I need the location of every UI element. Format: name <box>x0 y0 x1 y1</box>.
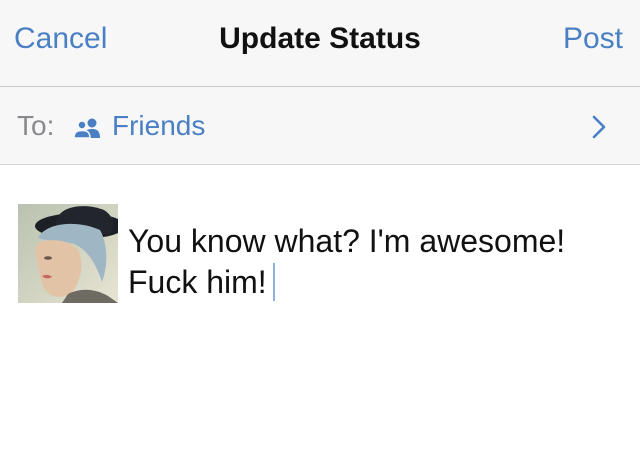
status-line-last: Fuck him! <box>128 262 628 303</box>
chevron-right-icon <box>592 115 606 139</box>
navigation-bar: Cancel Update Status Post <box>0 0 640 87</box>
update-status-screen: Cancel Update Status Post To: Friends Yo… <box>0 0 640 467</box>
status-text-input[interactable]: You know what? I'm awesome! Fuck him! <box>128 221 628 303</box>
status-line-text: Fuck him! <box>128 264 267 300</box>
audience-value: Friends <box>112 110 206 141</box>
avatar <box>18 204 118 303</box>
status-line: You know what? I'm awesome! <box>128 223 566 259</box>
friends-icon <box>73 118 100 139</box>
post-button[interactable]: Post <box>563 22 623 56</box>
status-composer[interactable]: You know what? I'm awesome! Fuck him! <box>0 166 640 467</box>
text-cursor <box>272 263 275 301</box>
to-label: To: <box>17 110 55 141</box>
audience-selector[interactable]: To: Friends <box>0 87 640 165</box>
page-title: Update Status <box>219 22 421 55</box>
